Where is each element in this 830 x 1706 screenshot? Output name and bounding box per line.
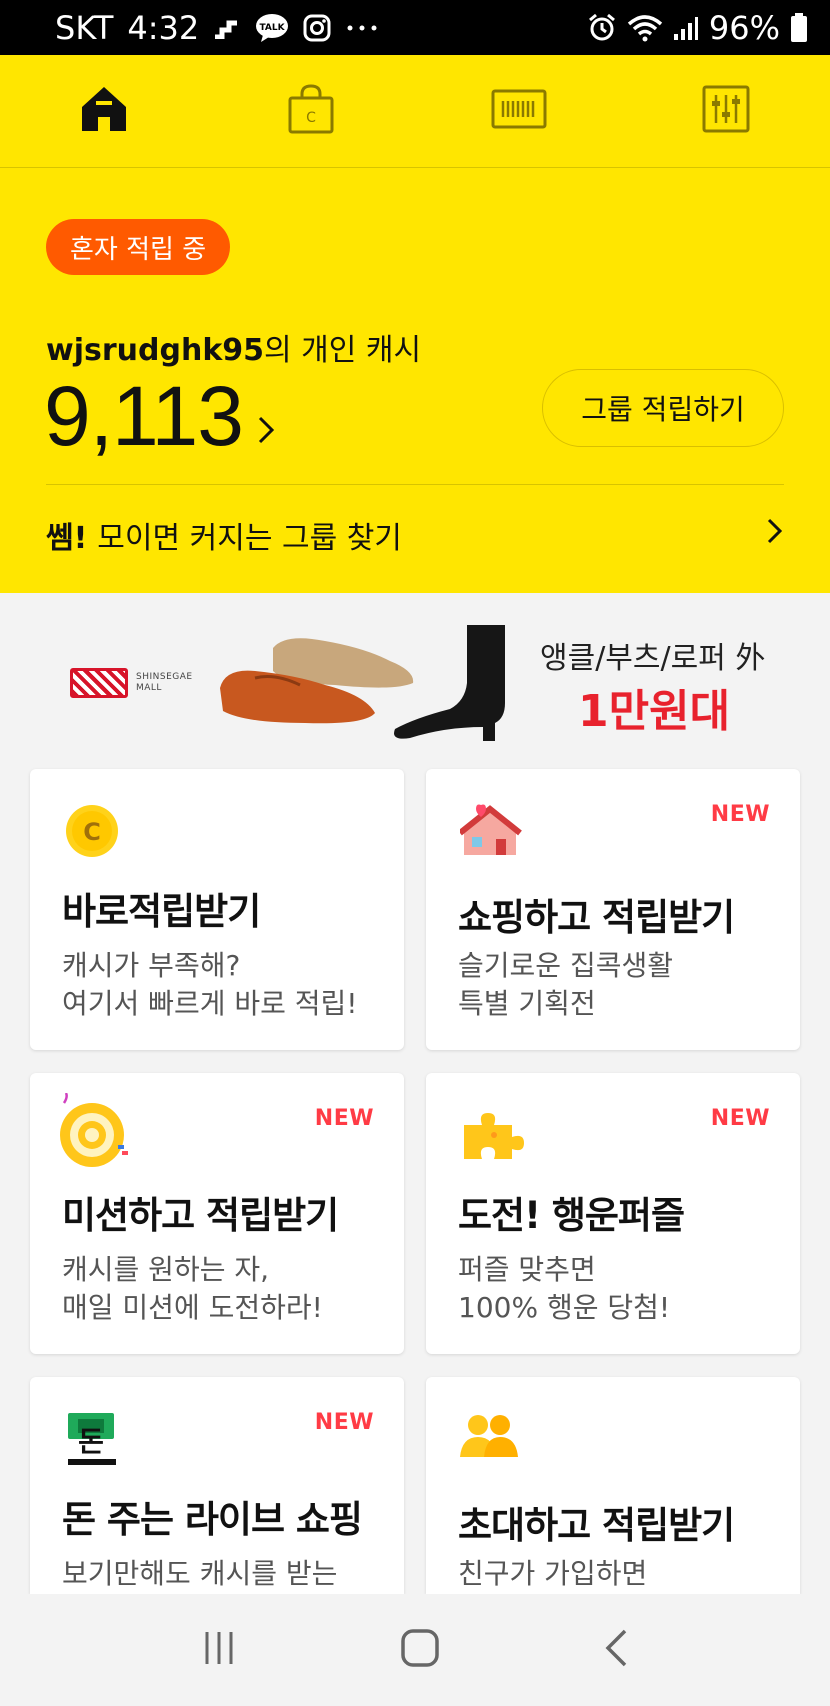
- tab-home[interactable]: [0, 55, 208, 167]
- owner-suffix: 의 개인 캐시: [264, 333, 422, 368]
- svg-text:C: C: [306, 110, 316, 126]
- more-notifications-icon: [345, 23, 379, 33]
- back-button[interactable]: [603, 1628, 629, 1672]
- kakaotalk-icon: TALK: [255, 13, 289, 43]
- svg-text:TALK: TALK: [260, 23, 286, 33]
- find-group-text: 모이면 커지는 그룹 찾기: [97, 521, 402, 556]
- promo-banner[interactable]: SHINSEGAE MALL 앵클/부츠/로퍼 外 1만원대: [0, 593, 830, 753]
- cash-owner: wjsrudghk95의 개인 캐시: [46, 325, 421, 369]
- brand-mark-icon: [70, 668, 128, 698]
- find-group-link[interactable]: 쎔! 모이면 커지는 그룹 찾기: [46, 485, 784, 585]
- card-description: 캐시가 부족해? 여기서 빠르게 바로 적립!: [62, 947, 358, 1023]
- desc-line: 보기만해도 캐시를 받는: [62, 1557, 338, 1590]
- barcode-icon: [491, 89, 547, 133]
- tab-settings[interactable]: [623, 55, 830, 167]
- instagram-icon: [303, 14, 331, 42]
- recent-apps-icon: [205, 1632, 233, 1664]
- card-instant-save[interactable]: C 바로적립받기 캐시가 부족해? 여기서 빠르게 바로 적립!: [30, 769, 404, 1050]
- new-badge: NEW: [710, 802, 770, 827]
- house-icon: [458, 803, 522, 863]
- group-save-button[interactable]: 그룹 적립하기: [542, 369, 784, 447]
- chevron-right-icon: [766, 516, 784, 554]
- owner-name: wjsrudghk95: [46, 333, 265, 368]
- target-icon: [58, 1092, 138, 1173]
- coin-icon: C: [64, 803, 124, 863]
- card-live-shopping[interactable]: 돈 NEW 돈 주는 라이브 쇼핑 보기만해도 캐시를 받는: [30, 1377, 404, 1594]
- friends-icon: [460, 1411, 520, 1471]
- svg-text:돈: 돈: [78, 1425, 104, 1458]
- desc-line: 슬기로운 집콕생활: [458, 949, 673, 982]
- wifi-icon: [627, 14, 663, 42]
- desc-line: 캐시를 원하는 자,: [62, 1253, 270, 1286]
- brand-name: SHINSEGAE MALL: [136, 672, 193, 693]
- chevron-right-icon: [257, 368, 275, 465]
- back-icon: [605, 1629, 626, 1667]
- status-badge: 혼자 적립 중: [46, 219, 231, 275]
- tab-barcode[interactable]: [415, 55, 623, 167]
- carrier-label: SKT: [55, 8, 114, 47]
- find-bold-label: 쎔!: [46, 521, 88, 556]
- home-button[interactable]: [400, 1628, 440, 1672]
- puzzle-icon: [460, 1107, 532, 1167]
- card-title: 미션하고 적립받기: [62, 1194, 339, 1237]
- shopping-bag-icon: C: [287, 84, 335, 138]
- money-icon: 돈: [64, 1411, 124, 1471]
- desc-line: 친구가 가입하면: [458, 1557, 648, 1590]
- settings-sliders-icon: [702, 85, 750, 137]
- card-mission-save[interactable]: NEW 미션하고 적립받기 캐시를 원하는 자, 매일 미션에 도전하라!: [30, 1073, 404, 1354]
- desc-line: 특별 기획전: [458, 987, 596, 1020]
- top-nav: C: [0, 55, 830, 168]
- signal-icon: [673, 15, 699, 41]
- clock: 4:32: [127, 8, 200, 47]
- home-circle-icon: [401, 1629, 439, 1667]
- new-badge: NEW: [314, 1410, 374, 1435]
- status-bar: SKT 4:32 TALK 96%: [0, 0, 830, 55]
- desc-line: 퍼즐 맞추면: [458, 1253, 596, 1286]
- desc-line: 매일 미션에 도전하라!: [62, 1291, 323, 1324]
- card-title: 쇼핑하고 적립받기: [458, 896, 735, 939]
- card-shopping-save[interactable]: NEW 쇼핑하고 적립받기 슬기로운 집콕생활 특별 기획전: [426, 769, 800, 1050]
- battery-icon: [790, 12, 808, 43]
- card-title: 돈 주는 라이브 쇼핑: [62, 1498, 363, 1541]
- card-description: 보기만해도 캐시를 받는: [62, 1555, 337, 1593]
- card-description: 슬기로운 집콕생활 특별 기획전: [458, 947, 673, 1023]
- system-nav-bar: [0, 1594, 830, 1706]
- download-icon: [213, 17, 241, 39]
- shinsegae-logo: SHINSEGAE MALL: [70, 668, 192, 698]
- card-title: 도전! 행운퍼즐: [458, 1194, 685, 1237]
- new-badge: NEW: [710, 1106, 770, 1131]
- card-description: 캐시를 원하는 자, 매일 미션에 도전하라!: [62, 1251, 323, 1327]
- card-title: 초대하고 적립받기: [458, 1504, 735, 1547]
- desc-line: 100% 행운 당첨!: [458, 1291, 671, 1324]
- cash-amount: 9,113: [44, 369, 244, 463]
- tab-shopping[interactable]: C: [208, 55, 416, 167]
- card-title: 바로적립받기: [62, 890, 261, 933]
- card-invite-save[interactable]: 초대하고 적립받기 친구가 가입하면: [426, 1377, 800, 1594]
- new-badge: NEW: [314, 1106, 374, 1131]
- card-description: 퍼즐 맞추면 100% 행운 당첨!: [458, 1251, 670, 1327]
- cash-amount-link[interactable]: 9,113: [44, 368, 275, 465]
- card-description: 친구가 가입하면: [458, 1555, 647, 1593]
- alarm-icon: [587, 13, 617, 43]
- recent-apps-button[interactable]: [201, 1630, 237, 1670]
- home-icon: [78, 85, 130, 137]
- banner-line-1: 앵클/부츠/로퍼 外: [540, 641, 766, 676]
- svg-text:C: C: [83, 818, 101, 846]
- cash-summary: 혼자 적립 중 wjsrudghk95의 개인 캐시 9,113 그룹 적립하기…: [0, 168, 830, 593]
- battery-percent: 96%: [708, 8, 780, 47]
- desc-line: 캐시가 부족해?: [62, 949, 241, 982]
- card-lucky-puzzle[interactable]: NEW 도전! 행운퍼즐 퍼즐 맞추면 100% 행운 당첨!: [426, 1073, 800, 1354]
- shoes-image: [220, 625, 505, 741]
- desc-line: 여기서 빠르게 바로 적립!: [62, 987, 358, 1020]
- banner-line-2: 1만원대: [578, 686, 731, 737]
